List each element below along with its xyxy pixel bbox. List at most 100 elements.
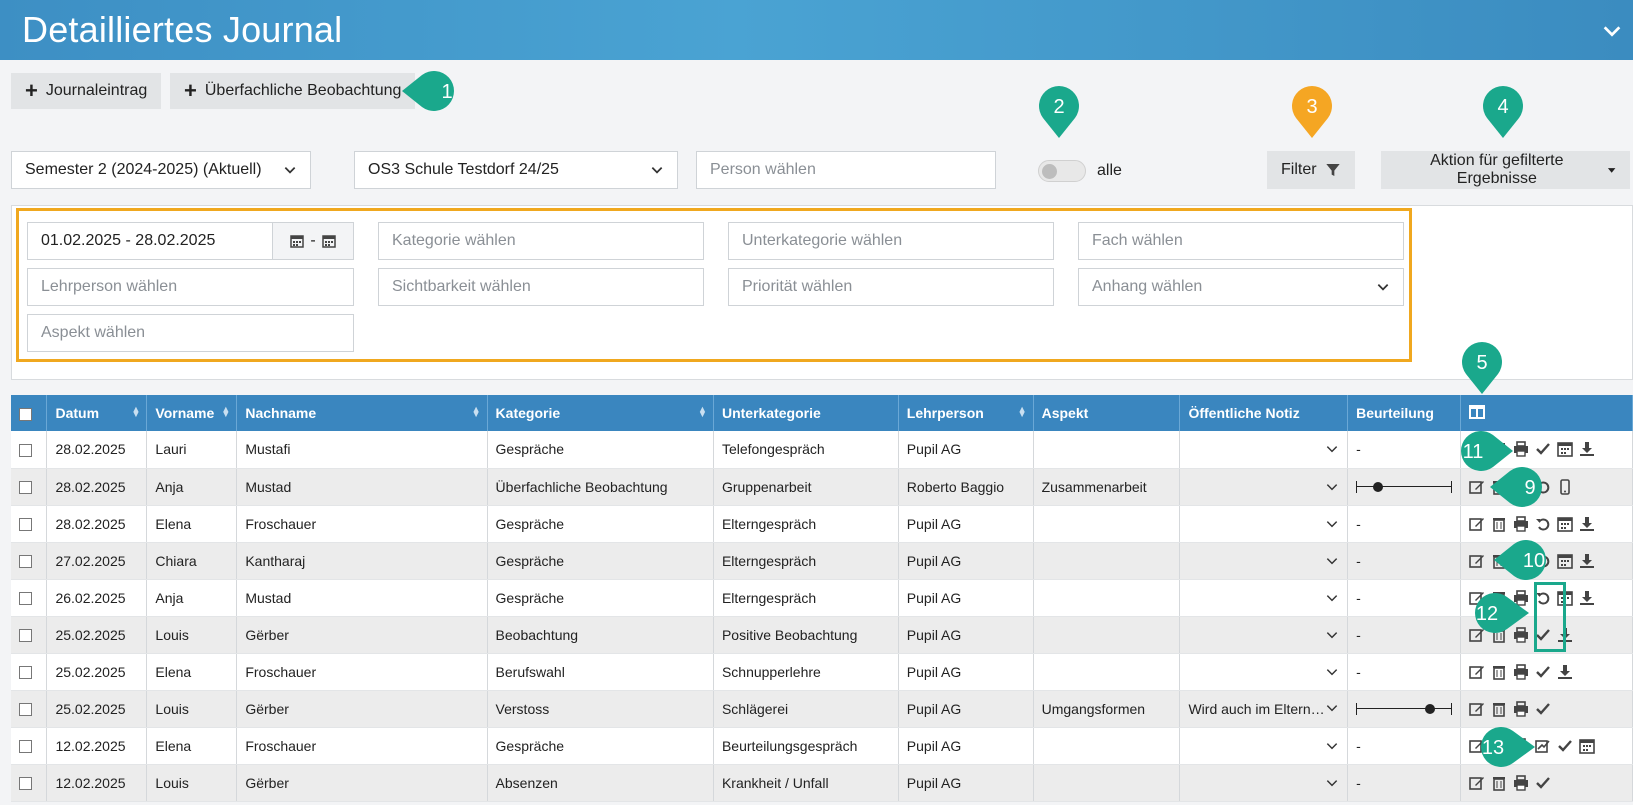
sign-icon[interactable] [1535, 738, 1551, 754]
column-header-lastname[interactable]: Nachname ▲ ▼ [236, 395, 488, 431]
add-cross-subject-observation-button[interactable]: + Überfachliche Beobachtung [170, 73, 416, 109]
cell-public-note[interactable] [1179, 431, 1349, 469]
semester-select[interactable]: Semester 2 (2024-2025) (Aktuell) [11, 151, 311, 189]
cell-public-note[interactable] [1179, 542, 1349, 580]
trash-icon[interactable] [1491, 701, 1507, 717]
check-icon[interactable] [1535, 441, 1551, 457]
date-range-input[interactable]: 01.02.2025 - 28.02.2025 [27, 222, 273, 260]
bulk-action-button[interactable]: Aktion für gefilterte Ergebnisse [1381, 151, 1630, 189]
cell-public-note[interactable] [1179, 764, 1349, 802]
table-row[interactable]: 27.02.2025 Chiara Kantharaj Gespräche Eltern… [11, 542, 1633, 580]
column-header-aspect[interactable]: Aspekt [1033, 395, 1181, 431]
table-row[interactable]: 12.02.2025 Louis Gërber Absenzen Krankheit /… [11, 764, 1633, 802]
edit-icon[interactable] [1469, 664, 1485, 680]
row-checkbox[interactable] [11, 764, 48, 802]
cell-public-note[interactable] [1179, 505, 1349, 543]
chevron-down-icon[interactable] [1325, 776, 1339, 790]
column-header-public-note[interactable]: Öffentliche Notiz [1179, 395, 1349, 431]
filter-button[interactable]: Filter [1267, 151, 1355, 189]
edit-icon[interactable] [1469, 701, 1485, 717]
table-row[interactable]: 26.02.2025 Anja Mustad Gespräche Elterngespr… [11, 579, 1633, 617]
table-row[interactable]: 25.02.2025 Louis Gërber Verstoss Schlägerei P… [11, 690, 1633, 728]
column-layout-button[interactable] [1460, 395, 1633, 431]
attachment-select[interactable]: Anhang wählen [1078, 268, 1404, 306]
edit-icon[interactable] [1469, 516, 1485, 532]
row-checkbox[interactable] [11, 542, 48, 580]
calendar-icon[interactable] [1557, 516, 1573, 532]
aspect-input[interactable]: Aspekt wählen [27, 314, 354, 352]
all-toggle[interactable] [1038, 160, 1086, 182]
check-icon[interactable] [1535, 701, 1551, 717]
chevron-down-icon[interactable] [1325, 480, 1339, 494]
chevron-down-icon[interactable] [1325, 442, 1339, 456]
add-journal-entry-button[interactable]: + Journaleintrag [11, 73, 162, 109]
column-header-subcategory[interactable]: Unterkategorie [713, 395, 899, 431]
print-icon[interactable] [1513, 515, 1529, 532]
print-icon[interactable] [1513, 774, 1529, 791]
download-icon[interactable] [1579, 441, 1595, 457]
chevron-down-icon[interactable] [1325, 739, 1339, 753]
row-checkbox[interactable] [11, 616, 48, 654]
cell-public-note[interactable] [1179, 579, 1349, 617]
subcategory-input[interactable]: Unterkategorie wählen [728, 222, 1054, 260]
cell-public-note[interactable]: Wird auch im Eltern… [1179, 690, 1349, 728]
teacher-input[interactable]: Lehrperson wählen [27, 268, 354, 306]
calendar-icon[interactable] [1557, 553, 1573, 569]
download-icon[interactable] [1579, 553, 1595, 569]
visibility-input[interactable]: Sichtbarkeit wählen [378, 268, 704, 306]
chevron-down-icon[interactable] [1325, 517, 1339, 531]
column-header-date[interactable]: Datum ▲ ▼ [46, 395, 148, 431]
cell-public-note[interactable] [1179, 468, 1349, 506]
select-all-checkbox[interactable] [11, 395, 48, 431]
table-row[interactable]: 12.02.2025 Elena Froschauer Gespräche Beurte… [11, 727, 1633, 765]
calendar-icon[interactable] [1557, 441, 1573, 458]
date-range-picker[interactable]: - [272, 222, 354, 260]
download-icon[interactable] [1579, 516, 1595, 532]
category-input[interactable]: Kategorie wählen [378, 222, 704, 260]
school-select[interactable]: OS3 Schule Testdorf 24/25 [354, 151, 678, 189]
column-header-category[interactable]: Kategorie ▲ ▼ [487, 395, 714, 431]
cell-public-note[interactable] [1179, 616, 1349, 654]
row-checkbox[interactable] [11, 505, 48, 543]
trash-icon[interactable] [1491, 775, 1507, 791]
column-header-teacher[interactable]: Lehrperson ▲ ▼ [898, 395, 1034, 431]
check-icon[interactable] [1535, 664, 1551, 680]
table-row[interactable]: 28.02.2025 Lauri Mustafi Gespräche Telefonge… [11, 431, 1633, 469]
row-checkbox[interactable] [11, 468, 48, 506]
download-icon[interactable] [1579, 590, 1595, 606]
row-checkbox[interactable] [11, 690, 48, 728]
print-icon[interactable] [1513, 663, 1529, 680]
row-checkbox[interactable] [11, 727, 48, 765]
chevron-down-icon[interactable] [1601, 20, 1623, 42]
print-icon[interactable] [1513, 700, 1529, 717]
column-header-rating[interactable]: Beurteilung [1347, 395, 1462, 431]
cell-public-note[interactable] [1179, 653, 1349, 691]
chevron-down-icon[interactable] [1325, 665, 1339, 679]
trash-icon[interactable] [1491, 664, 1507, 680]
chevron-down-icon[interactable] [1325, 591, 1339, 605]
undo-icon[interactable] [1535, 516, 1551, 532]
chevron-down-icon[interactable] [1325, 701, 1339, 715]
trash-icon[interactable] [1491, 516, 1507, 532]
row-checkbox[interactable] [11, 653, 48, 691]
table-row[interactable]: 28.02.2025 Anja Mustad Überfachliche Beobac… [11, 468, 1633, 506]
edit-icon[interactable] [1469, 479, 1485, 495]
chevron-down-icon[interactable] [1325, 628, 1339, 642]
cell-public-note[interactable] [1179, 727, 1349, 765]
check-icon[interactable] [1535, 775, 1551, 791]
edit-icon[interactable] [1469, 553, 1485, 569]
download-icon[interactable] [1557, 664, 1573, 680]
table-row[interactable]: 28.02.2025 Elena Froschauer Gespräche Eltern… [11, 505, 1633, 543]
person-input[interactable]: Person wählen [696, 151, 996, 189]
print-icon[interactable] [1513, 441, 1529, 457]
priority-input[interactable]: Priorität wählen [728, 268, 1054, 306]
chevron-down-icon[interactable] [1325, 554, 1339, 568]
row-checkbox[interactable] [11, 579, 48, 617]
check-icon[interactable] [1557, 738, 1573, 754]
row-checkbox[interactable] [11, 431, 48, 469]
phone-icon[interactable] [1557, 478, 1573, 495]
subject-input[interactable]: Fach wählen [1078, 222, 1404, 260]
edit-icon[interactable] [1469, 775, 1485, 791]
table-row[interactable]: 25.02.2025 Elena Froschauer Berufswahl Schnu… [11, 653, 1633, 691]
table-row[interactable]: 25.02.2025 Louis Gërber Beobachtung Positive… [11, 616, 1633, 654]
